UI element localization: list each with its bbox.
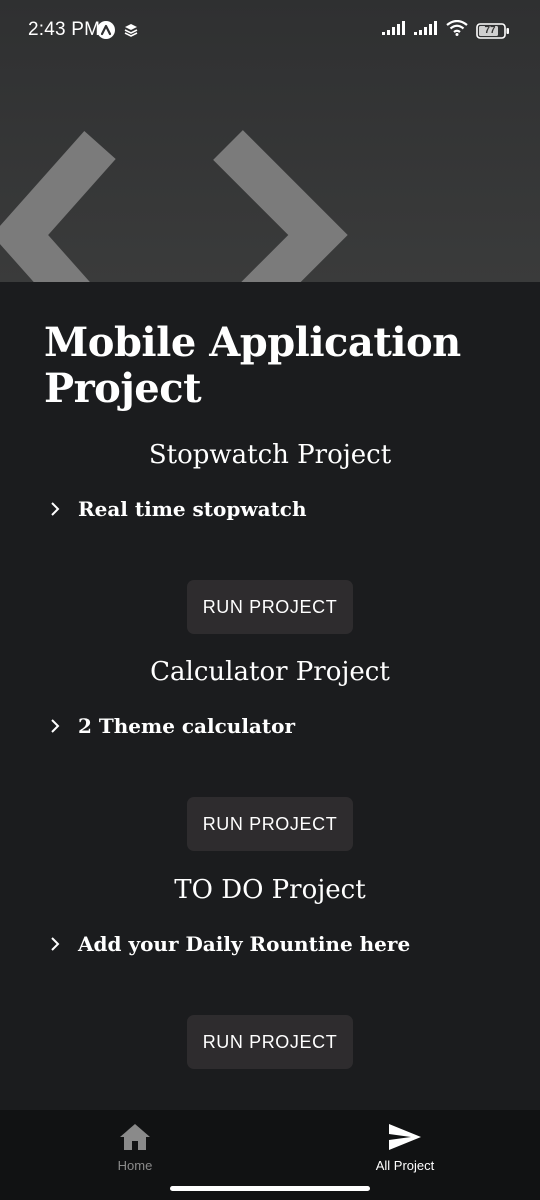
nav-label: All Project — [375, 1158, 435, 1173]
feature-text: Real time stopwatch — [78, 497, 307, 521]
gesture-handle[interactable] — [170, 1186, 370, 1191]
battery-icon: 77 — [476, 22, 510, 39]
signal-icon — [382, 21, 406, 40]
chevron-right-icon — [50, 719, 60, 733]
layers-icon — [124, 23, 138, 42]
nav-label: Home — [117, 1158, 153, 1173]
feature-row: Real time stopwatch — [50, 496, 307, 522]
project-card-calculator: Calculator Project 2 Theme calculator RU… — [0, 655, 540, 865]
run-project-button[interactable]: RUN PROJECT — [187, 580, 353, 634]
project-title: Calculator Project — [150, 657, 390, 687]
project-title: Stopwatch Project — [148, 440, 392, 470]
nav-item-all-project[interactable]: All Project — [270, 1110, 540, 1180]
main-content: Mobile Application Project Stopwatch Pro… — [0, 282, 540, 1110]
signal-icon — [414, 21, 438, 40]
chevron-right-icon — [50, 502, 60, 516]
send-icon — [387, 1122, 423, 1157]
status-icons-right: 77 — [382, 19, 510, 41]
status-bar: 2:43 PM 77 — [0, 0, 540, 60]
bottom-navigation: Home All Project — [0, 1110, 540, 1180]
nav-item-home[interactable]: Home — [0, 1110, 270, 1180]
app-screen: 2:43 PM 77 Mobile Application Project St… — [0, 0, 540, 1200]
feature-text: 2 Theme calculator — [78, 714, 296, 738]
home-icon — [118, 1122, 152, 1157]
feature-row: 2 Theme calculator — [50, 713, 295, 739]
status-time: 2:43 PM — [28, 19, 101, 40]
project-title: TO DO Project — [174, 875, 366, 905]
wifi-icon — [446, 19, 468, 41]
feature-row: Add your Daily Rountine here — [50, 931, 410, 957]
run-project-button[interactable]: RUN PROJECT — [187, 1015, 353, 1069]
gesture-area — [0, 1180, 540, 1200]
app-notification-icon — [96, 20, 116, 45]
feature-text: Add your Daily Rountine here — [78, 932, 411, 956]
run-project-button[interactable]: RUN PROJECT — [187, 797, 353, 851]
project-card-stopwatch: Stopwatch Project Real time stopwatch RU… — [0, 438, 540, 648]
page-title: Mobile Application Project — [44, 319, 461, 412]
battery-level: 77 — [484, 24, 496, 36]
status-icons-left — [96, 20, 138, 45]
chevron-right-icon — [50, 937, 60, 951]
project-card-todo: TO DO Project Add your Daily Rountine he… — [0, 873, 540, 1083]
